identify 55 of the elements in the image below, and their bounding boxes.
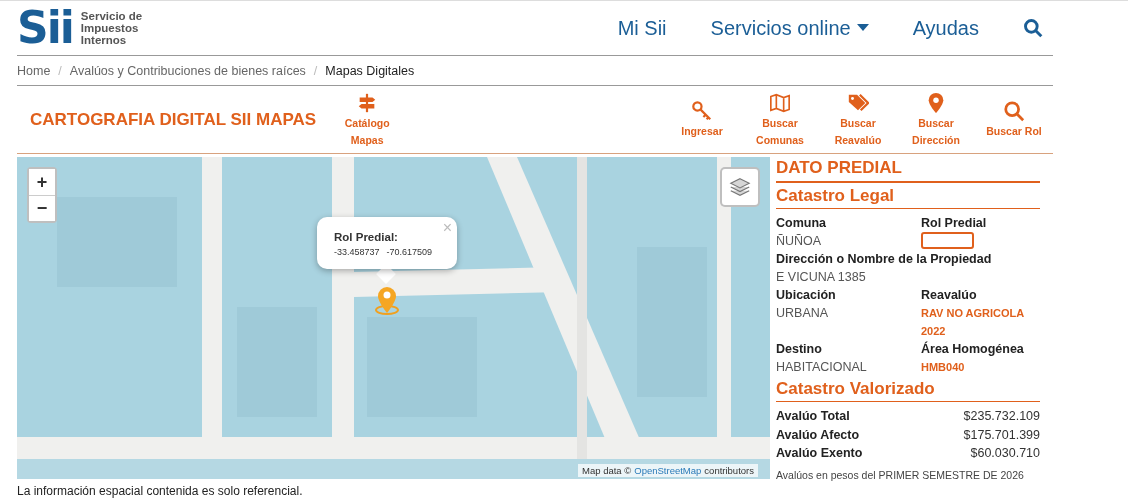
attribution-text: contributors <box>704 465 754 476</box>
search-icon[interactable] <box>1023 18 1043 38</box>
field-value: ÑUÑOA <box>776 233 823 250</box>
nav-link[interactable]: Ayudas <box>912 16 979 40</box>
value-label: Avalúo Exento <box>776 445 863 462</box>
field-value: HABITACIONAL <box>776 359 868 376</box>
field-value: RAV NO AGRICOLA 2022 <box>921 306 1025 339</box>
panel-title: DATO PREDIAL <box>776 157 1040 183</box>
key-icon <box>691 100 713 122</box>
field-value: HMB040 <box>921 360 966 375</box>
layers-button[interactable] <box>720 167 760 207</box>
footer-note: La información espacial contenida es solo referencial. <box>17 483 304 498</box>
breadcrumb-separator: / <box>313 63 318 78</box>
osm-link[interactable]: OpenStreetMap <box>634 465 702 476</box>
longitude-text: -70.617509 <box>386 247 433 257</box>
zoom-out-button[interactable]: − <box>29 195 55 221</box>
popup-title: Rol Predial: <box>334 231 399 243</box>
tags-icon <box>847 91 869 114</box>
section-title: Catastro Valorizado <box>776 379 1040 402</box>
redacted-value <box>921 232 974 249</box>
value-label: Avalúo Total <box>776 408 850 425</box>
amount-text: $235.732.109 <box>963 408 1040 425</box>
breadcrumb-link[interactable]: Home <box>17 63 51 78</box>
toolbar-button[interactable]: Catálogo Mapas <box>328 91 407 148</box>
toolbar-button[interactable]: Ingresar <box>663 100 741 139</box>
field-label: Dirección o Nombre de la Propiedad <box>776 251 993 268</box>
nav-link[interactable]: Servicios online <box>710 16 869 40</box>
field-label: Reavalúo <box>921 287 978 304</box>
logo-text: Servicio de Impuestos Internos <box>80 10 143 46</box>
section-title: Catastro Legal <box>776 186 1040 209</box>
field-label: Destino <box>776 341 823 358</box>
toolbar-button[interactable]: Buscar Dirección <box>897 91 975 148</box>
field-label: Comuna <box>776 215 827 232</box>
toolbar-button[interactable]: Buscar Rol <box>975 100 1053 139</box>
breadcrumb-separator: / <box>58 63 62 78</box>
field-value: E VICUNA 1385 <box>776 269 867 286</box>
search-icon <box>1003 100 1025 122</box>
amount-text: $60.030.710 <box>970 445 1040 462</box>
value-label: Avalúo Afecto <box>776 426 860 444</box>
field-label: Área Homogénea <box>921 340 1025 358</box>
latitude-text: -33.458737 <box>334 247 380 257</box>
page-title: CARTOGRAFIA DIGITAL SII MAPAS <box>30 109 317 130</box>
amount-text: $175.701.399 <box>963 426 1040 444</box>
logo-mark: Sii <box>17 6 73 50</box>
note-text: Avalúos en pesos del PRIMER SEMESTRE DE 2026 <box>776 468 1025 481</box>
map-icon <box>769 91 791 114</box>
breadcrumb-link[interactable]: Mapas Digitales <box>325 63 415 78</box>
attribution-text: Map data © <box>582 465 632 476</box>
field-label: Ubicación <box>776 287 837 304</box>
field-label: Rol Predial <box>921 215 988 232</box>
breadcrumb-link[interactable]: Avalúos y Contribuciones de bienes raíces <box>69 63 306 78</box>
toolbar-button[interactable]: Buscar Reavalúo <box>819 91 897 148</box>
field-value: URBANA <box>776 305 830 322</box>
nav-link[interactable]: Mi Sii <box>617 16 667 40</box>
toolbar-button[interactable]: Buscar Comunas <box>741 91 819 148</box>
